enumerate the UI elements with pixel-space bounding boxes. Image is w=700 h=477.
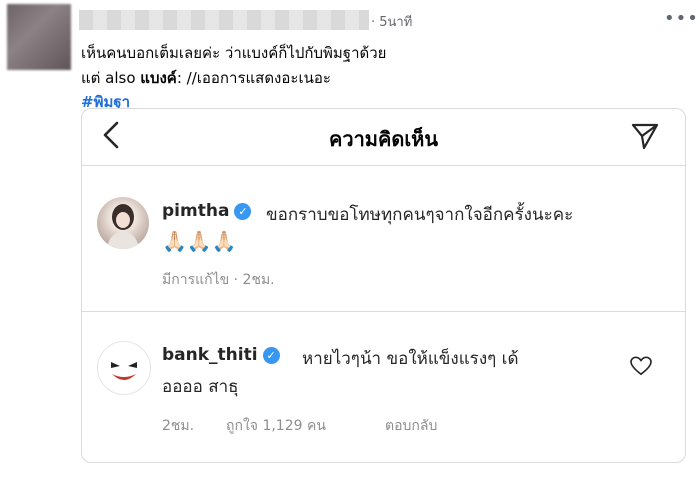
more-icon[interactable]: •••	[664, 8, 699, 29]
comment-emoji: 🙏🏻🙏🏻🙏🏻	[162, 229, 237, 253]
post-text-suffix: : //เออการแสดงอะเนอะ	[176, 69, 331, 87]
comment-meta: มีการแก้ไข · 2ชม.	[162, 272, 275, 288]
comments-header: ความคิดเห็น	[82, 109, 685, 165]
avatar	[97, 197, 149, 249]
username-text: pimtha	[162, 201, 230, 221]
comment-reply: ตอบกลับ	[385, 418, 438, 434]
post-text-prefix: แต่ also	[81, 69, 141, 87]
verified-icon: ✓	[262, 347, 280, 364]
comments-title: ความคิดเห็น	[328, 127, 439, 151]
header-divider	[82, 165, 685, 166]
post-text-line2: แต่ also แบงค์: //เออการแสดงอะเนอะ	[81, 66, 331, 90]
comment-text: ขอกราบขอโทษทุกคนๆจากใจอีกครั้งนะคะ	[266, 205, 574, 225]
comment-username: bank_thiti ✓	[162, 345, 280, 365]
comment-likes: ถูกใจ 1,129 คน	[226, 418, 326, 434]
comment-username: pimtha ✓	[162, 201, 252, 221]
comment-text: หายไวๆน้า ขอให้แข็งแรงๆ เด้	[302, 349, 519, 369]
post-text-line1: เห็นคนบอกเต็มเลยค่ะ ว่าแบงค์ก็ไปกับพิมฐา…	[81, 44, 387, 62]
username-text: bank_thiti	[162, 345, 258, 365]
verified-icon: ✓	[234, 203, 252, 220]
send-icon	[630, 121, 660, 155]
poster-avatar[interactable]	[7, 4, 71, 70]
post-text-bold: แบงค์	[140, 69, 177, 87]
comment-divider	[82, 311, 685, 312]
comment-text-line2: ออออ สาธุ	[162, 377, 239, 397]
avatar	[97, 341, 151, 395]
heart-icon	[630, 356, 652, 380]
post-time[interactable]: · 5นาที	[371, 11, 412, 32]
comment-time: 2ชม.	[162, 418, 195, 434]
poster-name-redacted[interactable]	[79, 10, 369, 30]
attached-screenshot[interactable]: ความคิดเห็น pimtha ✓ ขอกราบขอโทษทุกคนๆจาก…	[81, 108, 686, 463]
